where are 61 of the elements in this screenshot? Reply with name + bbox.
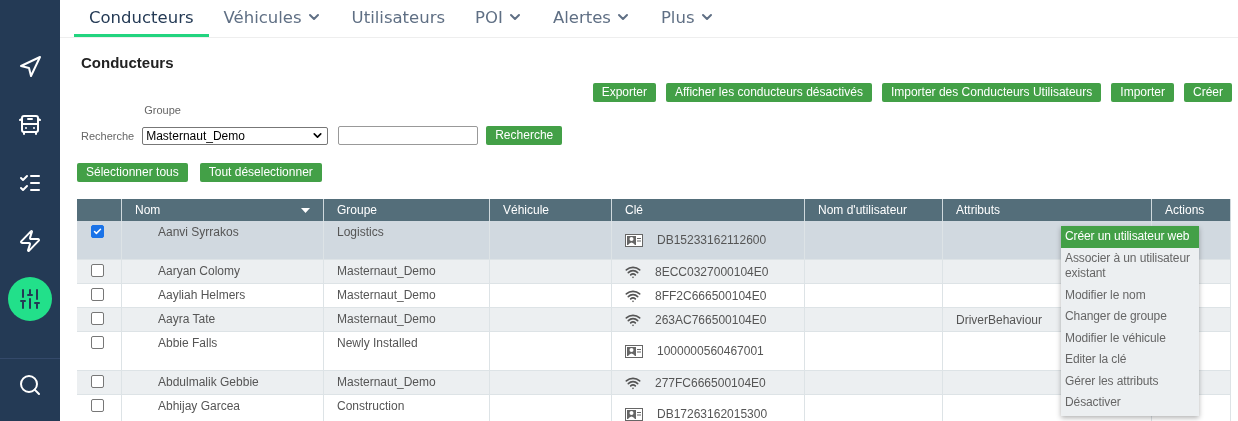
table-cell: Logistics xyxy=(324,221,490,260)
key-code: 8FF2C666500104E0 xyxy=(655,288,767,303)
page-title: Conducteurs xyxy=(81,54,175,71)
table-cell: Abdulmalik Gebbie xyxy=(122,371,324,395)
column-header: Groupe xyxy=(324,199,490,221)
toolbar-button[interactable]: Créer xyxy=(1184,83,1232,102)
key-code: 8ECC0327000104E0 xyxy=(655,264,769,279)
nav-tab[interactable]: Plus xyxy=(645,0,730,37)
column-header: Attributs xyxy=(943,199,1152,221)
search-label: Recherche xyxy=(81,129,135,142)
row-checkbox[interactable] xyxy=(91,264,104,277)
select-button[interactable]: Tout déselectionner xyxy=(199,163,322,182)
search-button[interactable]: Recherche xyxy=(486,126,563,145)
table-cell: Masternaut_Demo xyxy=(324,260,490,284)
menu-item[interactable]: Associer à un utilisateur existant xyxy=(1061,247,1199,285)
toolbar-button[interactable]: Afficher les conducteurs désactivés xyxy=(666,83,872,102)
row-checkbox[interactable] xyxy=(91,399,104,412)
group-select[interactable]: Masternaut_Demo xyxy=(142,126,329,145)
search-field[interactable] xyxy=(338,126,479,145)
row-checkbox[interactable] xyxy=(91,288,104,301)
toolbar-button[interactable]: Importer xyxy=(1111,83,1174,102)
menu-item[interactable]: Editer la clé xyxy=(1061,349,1199,371)
toolbar-button[interactable]: Importer des Conducteurs Utilisateurs xyxy=(881,83,1102,102)
key-code: 1000000560467001 xyxy=(657,344,764,358)
table-cell: Aayra Tate xyxy=(122,308,324,332)
column-header: Véhicule xyxy=(490,199,612,221)
column-header: Actions xyxy=(1152,199,1231,221)
sliders-icon[interactable] xyxy=(8,277,52,321)
nav-tab[interactable]: POI xyxy=(460,0,538,37)
table-cell: Masternaut_Demo xyxy=(324,308,490,332)
table-cell: Abbie Falls xyxy=(122,332,324,371)
column-header[interactable]: Nom xyxy=(122,199,324,221)
nav-tab[interactable]: Alertes xyxy=(537,0,646,37)
menu-item[interactable]: Désactiver xyxy=(1061,392,1199,414)
table-cell: Aayliah Helmers xyxy=(122,284,324,308)
row-checkbox[interactable] xyxy=(91,375,104,388)
nav-tab[interactable]: Utilisateurs xyxy=(336,0,461,37)
table-cell: Aanvi Syrrakos xyxy=(122,221,324,260)
row-checkbox[interactable] xyxy=(91,225,104,238)
row-checkbox[interactable] xyxy=(91,312,104,325)
table-cell: Newly Installed xyxy=(324,332,490,371)
row-checkbox[interactable] xyxy=(91,336,104,349)
table-cell: Aaryan Colomy xyxy=(122,260,324,284)
group-label: Groupe xyxy=(143,104,182,116)
key-code: DB17263162015300 xyxy=(657,407,768,421)
select-button[interactable]: Sélectionner tous xyxy=(77,163,188,182)
toolbar-button[interactable]: Exporter xyxy=(592,83,656,102)
menu-item[interactable]: Créer un utilisateur web xyxy=(1061,226,1199,248)
column-header: Clé xyxy=(612,199,805,221)
column-header: Nom d'utilisateur xyxy=(805,199,943,221)
id-card-icon xyxy=(625,233,643,247)
nav-tab[interactable]: Véhicules xyxy=(208,0,337,37)
id-card-icon xyxy=(625,344,643,358)
table-cell: Masternaut_Demo xyxy=(324,284,490,308)
menu-item[interactable]: Modifier le nom xyxy=(1061,284,1199,306)
table-cell: Masternaut_Demo xyxy=(324,371,490,395)
key-code: 263AC766500104E0 xyxy=(655,312,767,327)
menu-item[interactable]: Gérer les attributs xyxy=(1061,370,1199,392)
key-code: 277FC666500104E0 xyxy=(655,375,766,390)
nav-tab[interactable]: Conducteurs xyxy=(74,0,209,37)
key-code: DB15233162112600 xyxy=(657,233,767,247)
